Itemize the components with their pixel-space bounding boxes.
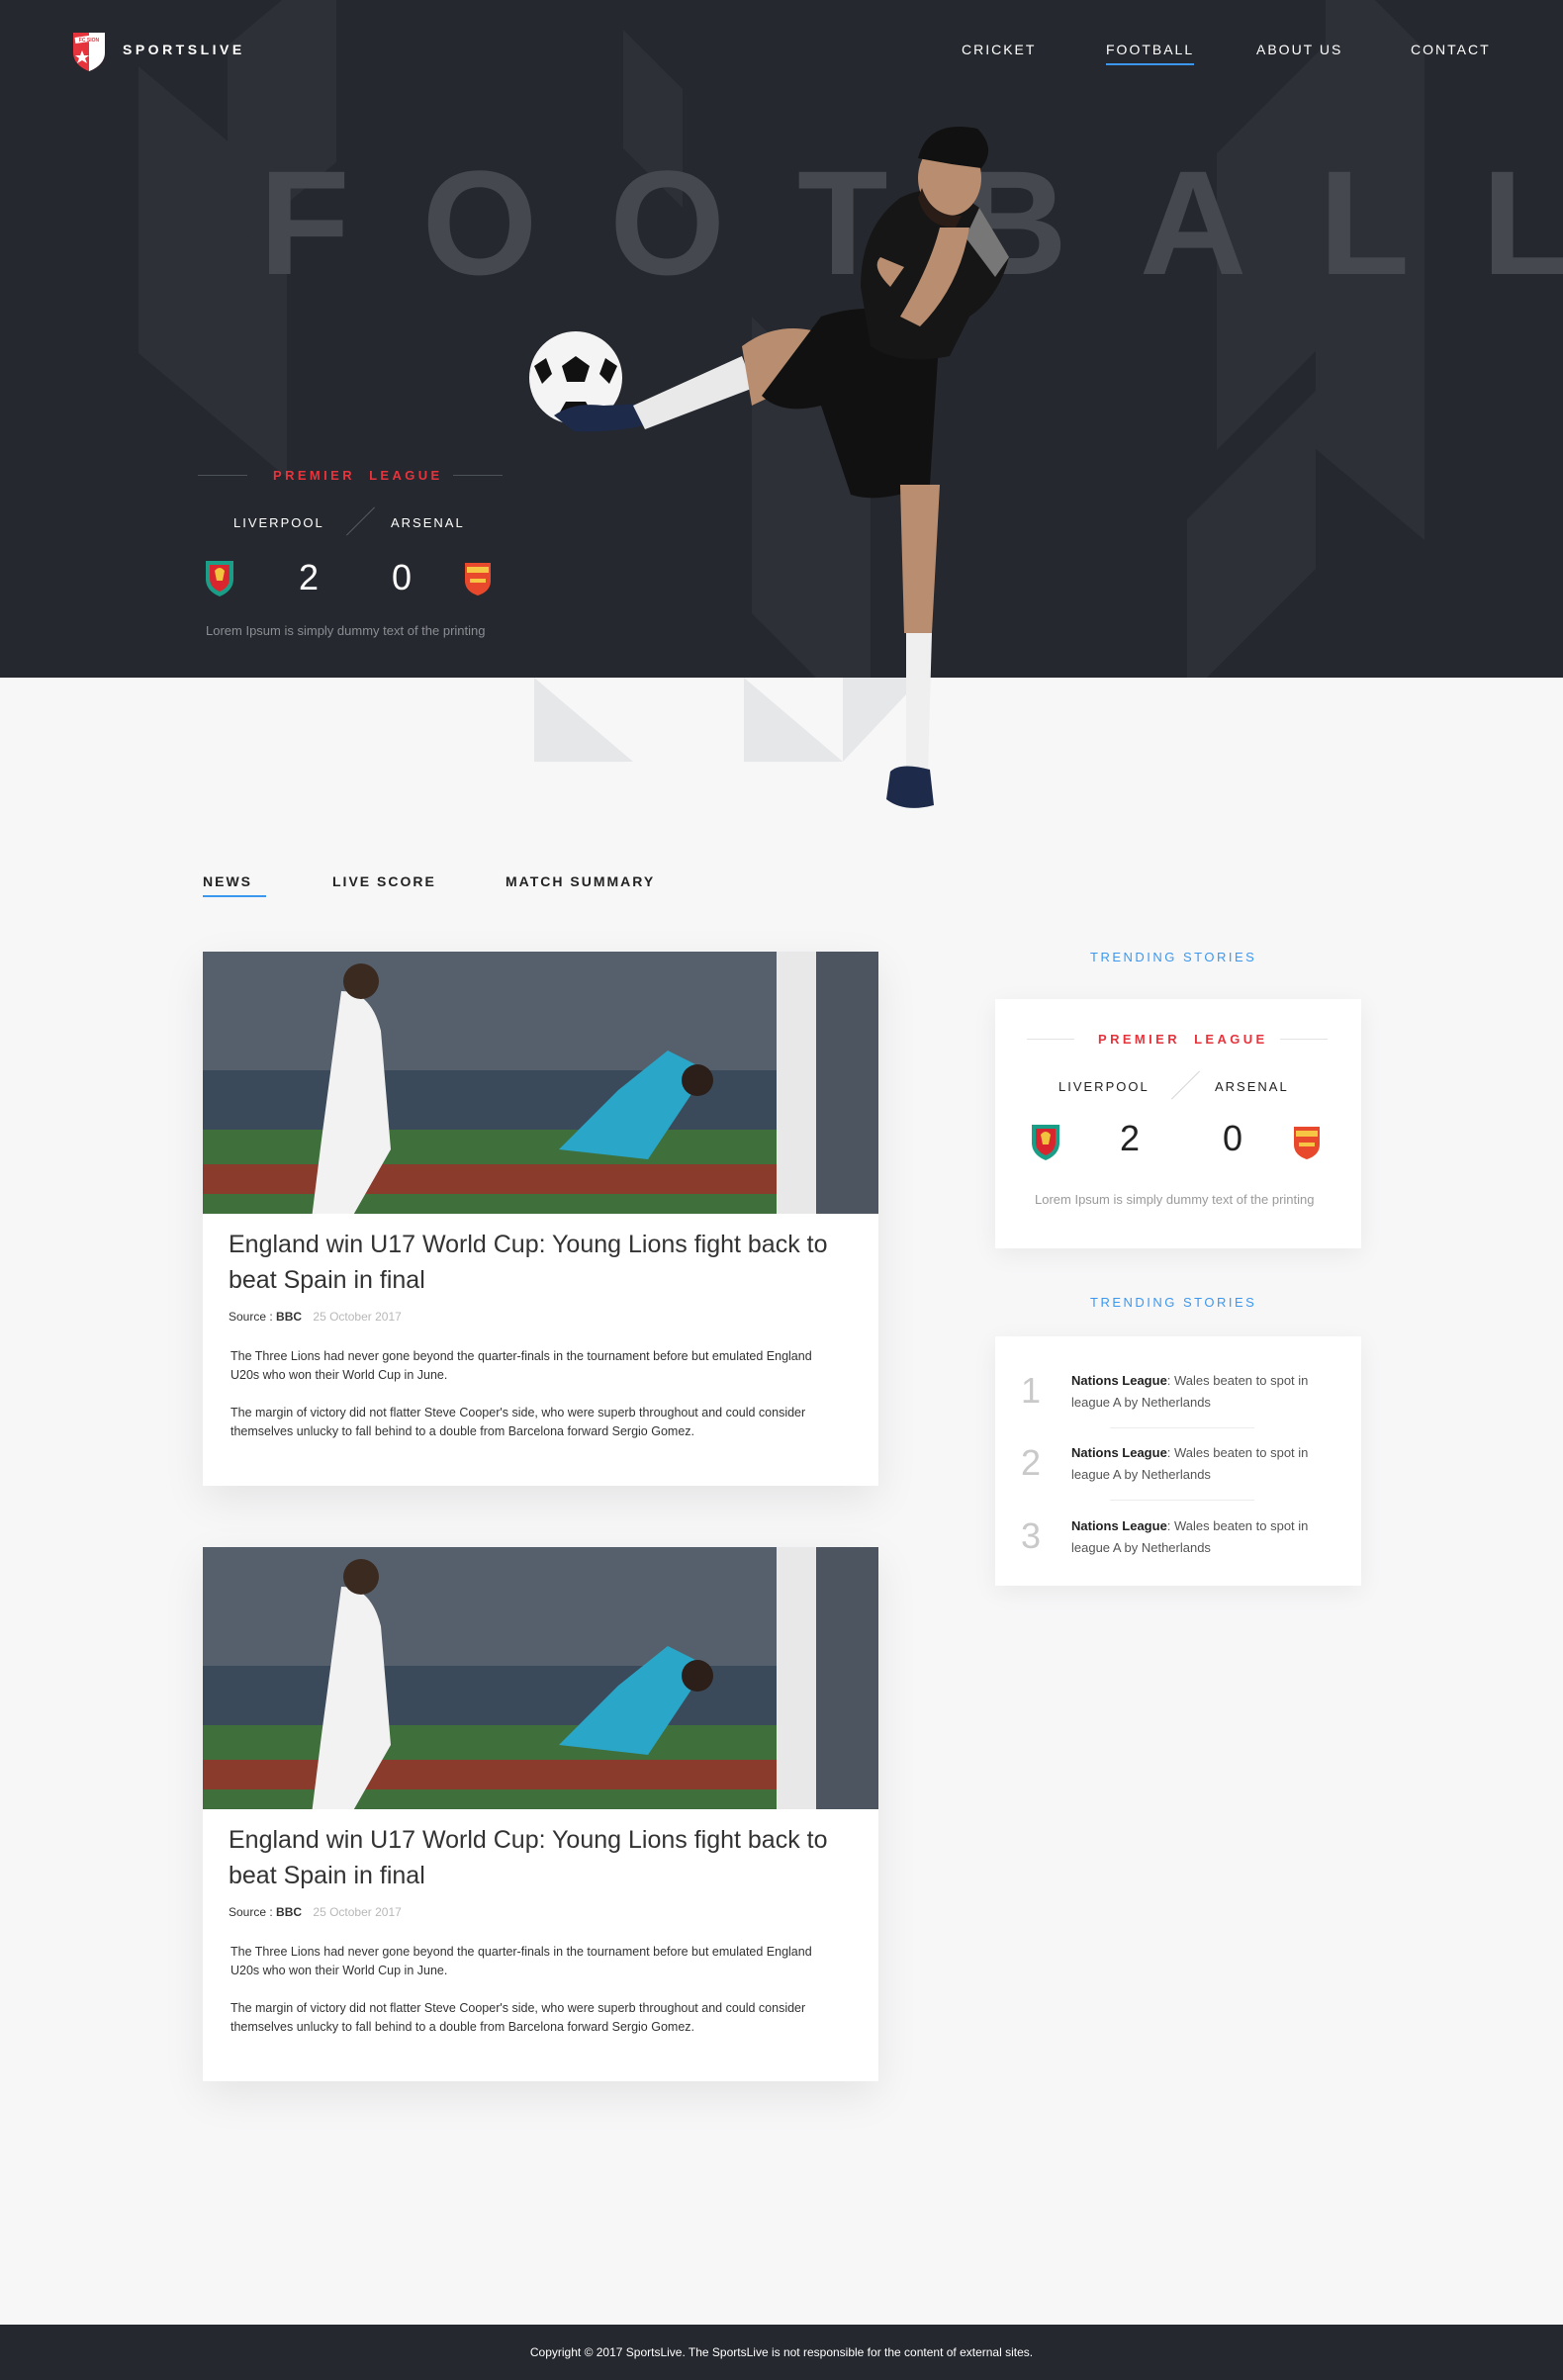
news-date: 25 October 2017 bbox=[313, 1905, 402, 1919]
league-name: PREMIER LEAGUE bbox=[1098, 1032, 1264, 1047]
story-text: Nations League: Wales beaten to spot in … bbox=[1071, 1370, 1329, 1414]
story-number: 3 bbox=[1021, 1515, 1042, 1556]
team-separator bbox=[346, 506, 375, 536]
news-meta: Source : BBC 25 October 2017 bbox=[229, 1905, 402, 1919]
news-meta: Source : BBC 25 October 2017 bbox=[229, 1310, 402, 1324]
arsenal-crest-icon bbox=[465, 563, 491, 595]
club-logo-icon[interactable]: FC SION bbox=[69, 29, 109, 72]
news-paragraph: The margin of victory did not flatter St… bbox=[230, 2001, 806, 2034]
story-text: Nations League: Wales beaten to spot in … bbox=[1071, 1515, 1329, 1559]
source-label: Source : bbox=[229, 1905, 273, 1919]
hero-decor-shape bbox=[1187, 391, 1316, 678]
tab-news[interactable]: NEWS bbox=[203, 873, 266, 897]
story-text: Nations League: Wales beaten to spot in … bbox=[1071, 1442, 1329, 1486]
hero-score-widget[interactable]: PREMIER LEAGUE LIVERPOOL ARSENAL 2 0 Lor… bbox=[198, 460, 505, 648]
divider bbox=[1280, 1039, 1328, 1040]
home-score: 2 bbox=[299, 557, 320, 597]
trending-story[interactable]: 1 Nations League: Wales beaten to spot i… bbox=[995, 1356, 1361, 1427]
copyright-text: Copyright © 2017 SportsLive. The SportsL… bbox=[529, 2345, 1034, 2359]
story-number: 2 bbox=[1021, 1442, 1042, 1483]
league-word-2: LEAGUE bbox=[369, 468, 443, 483]
away-team: ARSENAL bbox=[1215, 1079, 1289, 1094]
arsenal-crest-icon bbox=[1294, 1127, 1320, 1159]
home-score: 2 bbox=[1120, 1118, 1141, 1158]
news-paragraph: The Three Lions had never gone beyond th… bbox=[230, 1945, 812, 1977]
news-headline[interactable]: England win U17 World Cup: Young Lions f… bbox=[229, 1227, 852, 1298]
divider bbox=[453, 475, 503, 476]
news-card[interactable]: England win U17 World Cup: Young Lions f… bbox=[203, 1547, 878, 2081]
tab-live-score[interactable]: LIVE SCORE bbox=[332, 873, 436, 889]
top-navigation: FC SION SPORTSLIVE CRICKET FOOTBALL ABOU… bbox=[0, 0, 1563, 99]
news-card[interactable]: England win U17 World Cup: Young Lions f… bbox=[203, 952, 878, 1486]
news-date: 25 October 2017 bbox=[313, 1310, 402, 1324]
news-photo bbox=[203, 1547, 878, 1809]
story-tag: Nations League bbox=[1071, 1445, 1167, 1460]
story-tag: Nations League bbox=[1071, 1373, 1167, 1388]
team-separator bbox=[1171, 1070, 1200, 1100]
home-team: LIVERPOOL bbox=[233, 515, 324, 530]
nav-item-cricket[interactable]: CRICKET bbox=[962, 42, 1036, 57]
away-team: ARSENAL bbox=[391, 515, 465, 530]
source-name: BBC bbox=[276, 1310, 303, 1324]
score-caption: Lorem Ipsum is simply dummy text of the … bbox=[1035, 1192, 1315, 1207]
liverpool-crest-icon bbox=[1032, 1125, 1059, 1160]
news-headline[interactable]: England win U17 World Cup: Young Lions f… bbox=[229, 1822, 852, 1893]
sidebar-title: TRENDING STORIES bbox=[1090, 1295, 1257, 1310]
score-caption: Lorem Ipsum is simply dummy text of the … bbox=[206, 623, 486, 638]
tab-match-summary[interactable]: MATCH SUMMARY bbox=[506, 873, 655, 889]
league-word-2: LEAGUE bbox=[1194, 1032, 1268, 1047]
story-number: 1 bbox=[1021, 1370, 1042, 1411]
source-name: BBC bbox=[276, 1905, 303, 1919]
news-photo bbox=[203, 952, 878, 1214]
home-team: LIVERPOOL bbox=[1058, 1079, 1149, 1094]
page-footer: Copyright © 2017 SportsLive. The SportsL… bbox=[0, 2325, 1563, 2380]
news-paragraph: The margin of victory did not flatter St… bbox=[230, 1406, 806, 1438]
story-tag: Nations League bbox=[1071, 1518, 1167, 1533]
trending-story[interactable]: 3 Nations League: Wales beaten to spot i… bbox=[995, 1502, 1361, 1573]
away-score: 0 bbox=[392, 557, 413, 597]
sidebar-title: TRENDING STORIES bbox=[1090, 950, 1257, 964]
divider bbox=[198, 475, 247, 476]
away-score: 0 bbox=[1223, 1118, 1243, 1158]
brand-name[interactable]: SPORTSLIVE bbox=[123, 42, 245, 57]
league-name: PREMIER LEAGUE bbox=[273, 468, 439, 483]
news-paragraph: The Three Lions had never gone beyond th… bbox=[230, 1349, 812, 1382]
source-label: Source : bbox=[229, 1310, 273, 1324]
nav-item-contact[interactable]: CONTACT bbox=[1411, 42, 1491, 57]
logo-text: FC SION bbox=[79, 38, 100, 44]
sidebar-score-card[interactable]: PREMIER LEAGUE LIVERPOOL ARSENAL 2 0 Lor… bbox=[995, 999, 1361, 1248]
football-player-image bbox=[529, 127, 1009, 808]
sidebar-score-widget: PREMIER LEAGUE LIVERPOOL ARSENAL 2 0 Lor… bbox=[1027, 1019, 1333, 1236]
nav-item-football[interactable]: FOOTBALL bbox=[1106, 42, 1195, 65]
league-word-1: PREMIER bbox=[1098, 1032, 1181, 1047]
trending-stories-card: 1 Nations League: Wales beaten to spot i… bbox=[995, 1336, 1361, 1586]
nav-item-about-us[interactable]: ABOUT US bbox=[1256, 42, 1342, 57]
divider bbox=[1027, 1039, 1074, 1040]
liverpool-crest-icon bbox=[206, 561, 233, 596]
divider bbox=[1110, 1500, 1254, 1501]
league-word-1: PREMIER bbox=[273, 468, 356, 483]
trending-story[interactable]: 2 Nations League: Wales beaten to spot i… bbox=[995, 1428, 1361, 1500]
